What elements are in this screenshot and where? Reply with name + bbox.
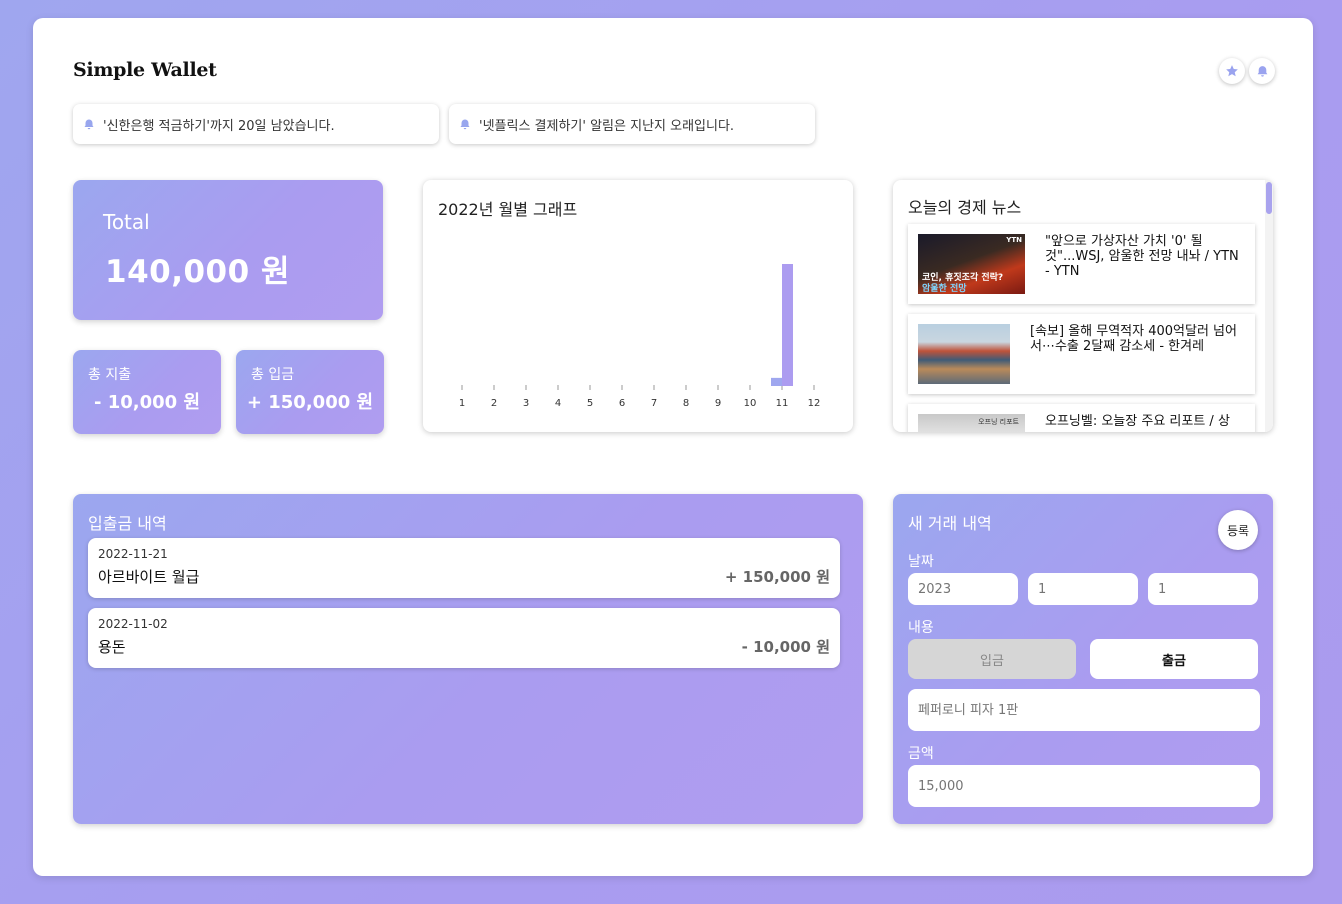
notification-text: '넷플릭스 결제하기' 알림은 지난지 오래입니다. — [479, 118, 735, 134]
year-input[interactable] — [908, 573, 1018, 605]
news-scroll-thumb[interactable] — [1266, 182, 1272, 214]
income-value: + 150,000 원 — [246, 392, 374, 413]
news-thumb-caption: 오프닝 리포트 — [978, 418, 1019, 426]
expense-card: 총 지출 - 10,000 원 — [73, 350, 221, 434]
monthly-bar-chart: 1 2 3 4 5 6 7 8 9 10 11 12 — [459, 264, 821, 409]
content-label: 내용 — [908, 620, 934, 636]
monthly-chart-card: 2022년 월별 그래프 1 2 3 4 5 6 7 8 9 10 11 12 — [423, 180, 853, 432]
x-axis-label: 4 — [555, 398, 561, 409]
star-icon — [1226, 65, 1238, 77]
news-headline: "앞으로 가상자산 가치 '0' 될 것"...WSJ, 암울한 전망 내놔 /… — [1045, 234, 1239, 279]
expense-label: 총 지출 — [88, 367, 132, 383]
favorite-button[interactable] — [1219, 58, 1245, 84]
x-axis-label: 6 — [619, 398, 625, 409]
history-title: 입출금 내역 — [88, 514, 167, 533]
total-card: Total 140,000 원 — [73, 180, 383, 320]
transaction-amount: + 150,000 원 — [724, 568, 830, 586]
total-label: Total — [103, 210, 150, 234]
bell-icon — [460, 119, 470, 129]
main-panel: Simple Wallet '신한은행 적금하기'까지 20일 남았습니다. '… — [33, 18, 1313, 876]
x-axis-label: 8 — [683, 398, 689, 409]
news-card: 오늘의 경제 뉴스 YTN 코인, 휴짓조각 전락? 암울한 전망 "앞으로 가… — [893, 180, 1273, 432]
news-headline: [속보] 올해 무역적자 400억달러 넘어서⋯수출 2달째 감소세 - 한겨레 — [1030, 324, 1237, 354]
transaction-desc: 용돈 — [98, 638, 126, 656]
bell-icon — [1257, 65, 1267, 77]
x-axis-label: 9 — [715, 398, 721, 409]
content-input[interactable] — [908, 689, 1260, 731]
amount-input[interactable] — [908, 765, 1260, 807]
news-item[interactable]: 오프닝 리포트 오프닝벨: 오늘장 주요 리포트 / 상 — [908, 404, 1255, 432]
notification-text: '신한은행 적금하기'까지 20일 남았습니다. — [103, 118, 335, 134]
transaction-date: 2022-11-02 — [98, 617, 168, 631]
day-input[interactable] — [1148, 573, 1258, 605]
news-scrollbar[interactable] — [1265, 180, 1273, 432]
total-value: 140,000 원 — [105, 254, 291, 290]
transaction-desc: 아르바이트 월급 — [98, 568, 200, 586]
date-label: 날짜 — [908, 554, 934, 570]
x-axis-label: 11 — [776, 398, 789, 409]
transaction-amount: - 10,000 원 — [741, 638, 830, 656]
x-axis-label: 5 — [587, 398, 593, 409]
app-title: Simple Wallet — [73, 59, 217, 81]
month-input[interactable] — [1028, 573, 1138, 605]
notification-button[interactable] — [1249, 58, 1275, 84]
amount-label: 금액 — [908, 746, 934, 762]
history-card: 입출금 내역 2022-11-21 아르바이트 월급 + 150,000 원 2… — [73, 494, 863, 824]
income-label: 총 입금 — [251, 367, 295, 383]
bell-icon — [84, 119, 94, 129]
notification-item[interactable]: '넷플릭스 결제하기' 알림은 지난지 오래입니다. — [449, 104, 815, 144]
x-axis-label: 2 — [491, 398, 497, 409]
news-thumb-badge: YTN — [1006, 236, 1022, 244]
x-axis-label: 1 — [459, 398, 465, 409]
income-card: 총 입금 + 150,000 원 — [236, 350, 384, 434]
new-transaction-card: 새 거래 내역 등록 날짜 내용 입금 출금 금액 — [893, 494, 1273, 824]
income-type-button[interactable]: 입금 — [908, 639, 1076, 679]
x-axis-label: 12 — [808, 398, 821, 409]
chart-bar — [782, 264, 793, 386]
chart-bar — [771, 377, 782, 386]
news-headline: 오프닝벨: 오늘장 주요 리포트 / 상 — [1045, 414, 1230, 429]
x-axis-label: 3 — [523, 398, 529, 409]
x-axis-label: 7 — [651, 398, 657, 409]
header-icons — [1219, 58, 1275, 84]
notification-item[interactable]: '신한은행 적금하기'까지 20일 남았습니다. — [73, 104, 439, 144]
news-thumb-caption: 암울한 전망 — [922, 284, 967, 294]
news-title: 오늘의 경제 뉴스 — [908, 198, 1022, 217]
transaction-row[interactable]: 2022-11-02 용돈 - 10,000 원 — [88, 608, 840, 668]
transaction-date: 2022-11-21 — [98, 547, 168, 561]
news-item[interactable]: [속보] 올해 무역적자 400억달러 넘어서⋯수출 2달째 감소세 - 한겨레 — [908, 314, 1255, 394]
expense-type-button[interactable]: 출금 — [1090, 639, 1258, 679]
expense-value: - 10,000 원 — [93, 392, 201, 413]
transaction-row[interactable]: 2022-11-21 아르바이트 월급 + 150,000 원 — [88, 538, 840, 598]
register-button[interactable]: 등록 — [1218, 510, 1258, 550]
news-thumbnail — [918, 324, 1010, 384]
news-item[interactable]: YTN 코인, 휴짓조각 전락? 암울한 전망 "앞으로 가상자산 가치 '0'… — [908, 224, 1255, 304]
news-thumbnail: YTN 코인, 휴짓조각 전락? 암울한 전망 — [918, 234, 1025, 294]
x-axis-label: 10 — [744, 398, 757, 409]
news-thumbnail: 오프닝 리포트 — [918, 414, 1025, 432]
new-transaction-title: 새 거래 내역 — [908, 514, 992, 533]
